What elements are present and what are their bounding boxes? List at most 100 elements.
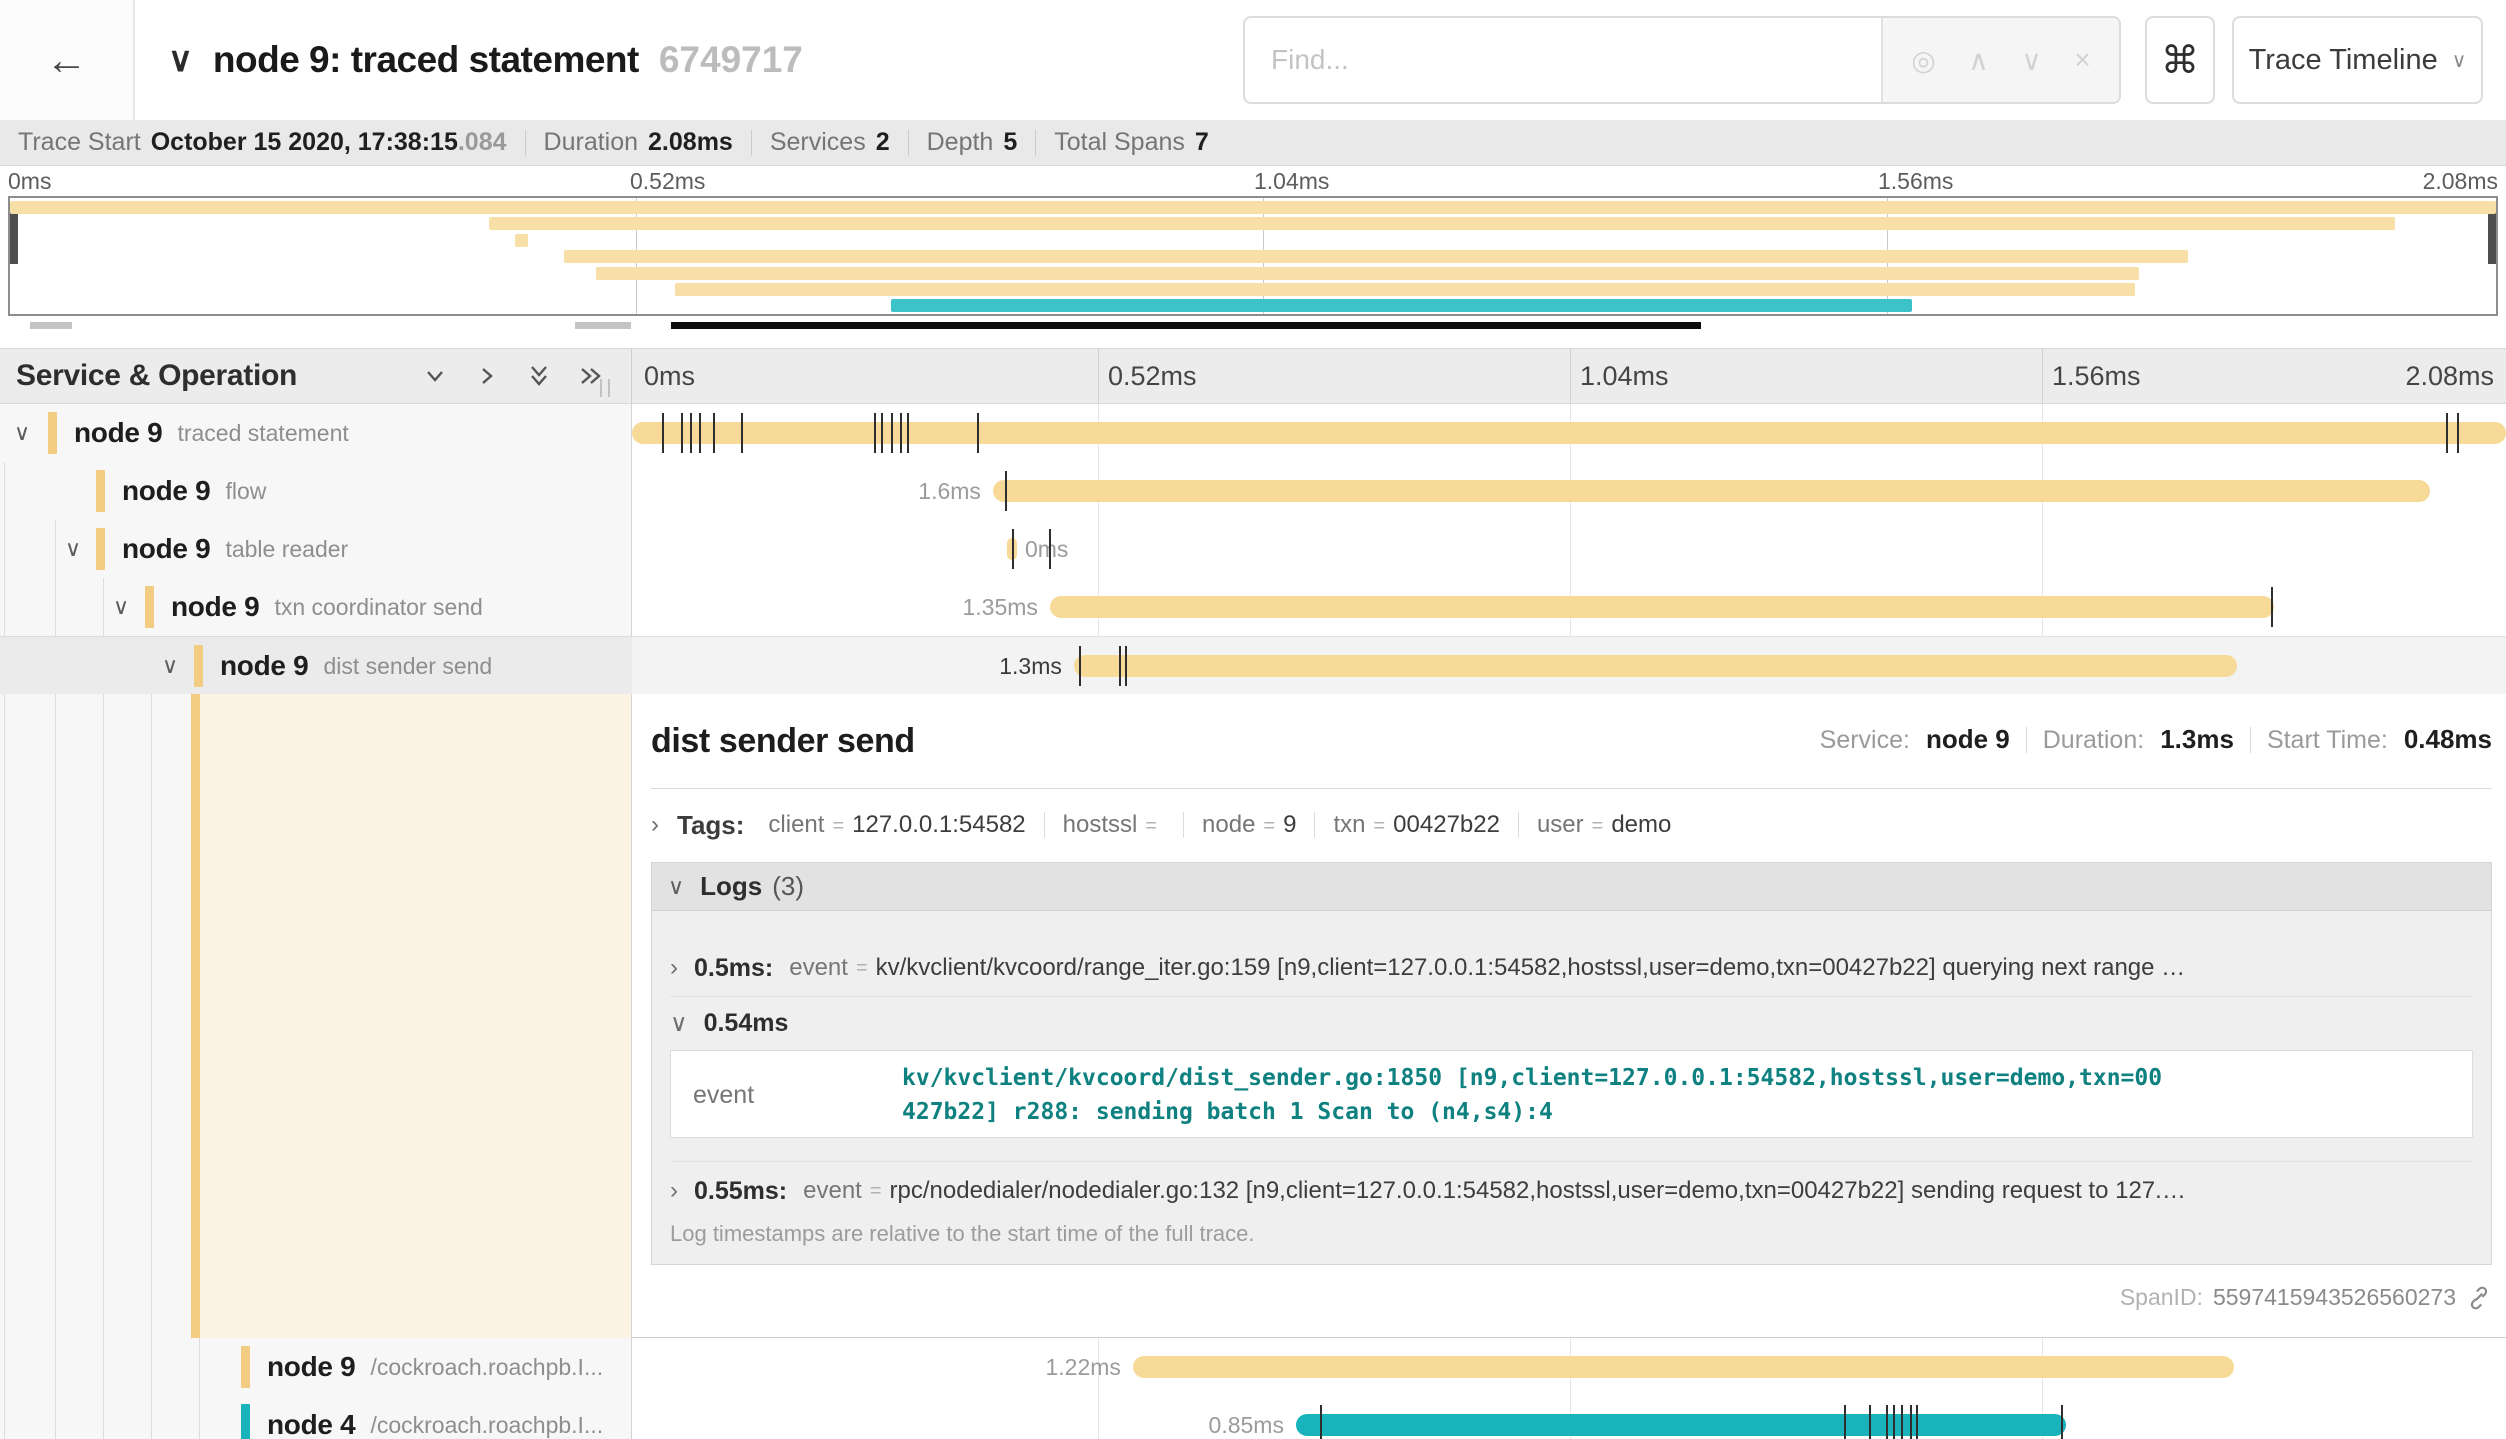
expand-collapse-controls <box>420 349 606 403</box>
span-name-cell[interactable]: ∨ node 9 txn coordinator send <box>0 578 632 636</box>
log-entry-1[interactable]: › 0.5ms: event = kv/kvclient/kvcoord/ran… <box>670 948 2473 988</box>
service-name: node 9 <box>122 533 210 565</box>
span-name-cell[interactable]: ∨ node 9 dist sender send <box>0 636 632 694</box>
column-resize-grip[interactable] <box>600 379 610 397</box>
chevron-down-icon[interactable]: ∨ <box>113 594 129 620</box>
chevron-down-icon[interactable]: ∨ <box>162 653 178 679</box>
log-tick <box>1012 529 1014 569</box>
span-detail-panel: dist sender send Service: node 9 Duratio… <box>632 694 2506 1338</box>
span-row-table-reader[interactable]: ∨ node 9 table reader 0ms <box>0 520 2506 578</box>
page-title: node 9: traced statement <box>213 39 639 81</box>
depth-value: 5 <box>1003 128 1017 157</box>
span-bar[interactable] <box>1074 655 2237 677</box>
back-button[interactable]: ← <box>0 0 135 120</box>
services-label: Services <box>770 128 866 157</box>
minimap-scrollbar-piece[interactable] <box>575 322 631 329</box>
log-timestamp: 0.54ms <box>704 1009 789 1038</box>
span-bar[interactable] <box>1133 1356 2234 1378</box>
service-name: node 9 <box>171 591 259 623</box>
locate-icon[interactable]: ◎ <box>1911 44 1935 77</box>
log-tick <box>2457 413 2459 453</box>
log-tick <box>713 413 715 453</box>
span-timeline-cell[interactable]: 1.22ms <box>632 1338 2506 1396</box>
span-bar[interactable] <box>632 422 2506 444</box>
span-color-strip <box>96 528 105 570</box>
span-name-cell[interactable]: node 9 flow <box>0 462 632 520</box>
logs-count: (3) <box>772 871 804 902</box>
span-duration-label: 1.3ms <box>999 637 1062 695</box>
divider <box>525 130 526 156</box>
header-gridline <box>2042 349 2043 403</box>
timeline-tick: 1.56ms <box>2052 349 2141 403</box>
minimap-span-bar <box>10 201 2496 214</box>
minimap-span-bar <box>489 217 2395 230</box>
log-entry-3[interactable]: › 0.55ms: event = rpc/nodedialer/nodedia… <box>670 1171 2473 1211</box>
span-timeline-cell[interactable]: 0.85ms <box>632 1396 2506 1439</box>
next-match-icon[interactable]: ∨ <box>2021 44 2042 77</box>
log-tick <box>690 413 692 453</box>
find-input[interactable] <box>1245 18 1881 102</box>
log-entry-2-expander[interactable]: ∨ 0.54ms <box>670 1005 2473 1041</box>
span-row-traced-statement[interactable]: ∨ node 9 traced statement <box>0 404 2506 462</box>
collapse-one-icon[interactable] <box>420 361 450 391</box>
trace-start-value: October 15 2020, 17:38:15 <box>151 128 458 157</box>
view-selector-button[interactable]: Trace Timeline ∨ <box>2232 16 2483 104</box>
chevron-down-icon: ∨ <box>670 1009 688 1038</box>
logs-expander[interactable]: ∨ Logs (3) <box>652 863 2491 911</box>
trace-timeline-page: ← ∨ node 9: traced statement 6749717 ◎ ∧… <box>0 0 2506 1439</box>
tag-item: client = 127.0.0.1:54582 <box>768 811 1025 839</box>
collapse-all-icon[interactable] <box>524 361 554 391</box>
span-id-value: 5597415943526560273 <box>2213 1284 2456 1311</box>
span-bar[interactable] <box>1296 1414 2066 1436</box>
span-row-batch-node9[interactable]: node 9 /cockroach.roachpb.I... 1.22ms <box>0 1338 2506 1396</box>
log-event-value: kv/kvclient/kvcoord/dist_sender.go:1850 … <box>902 1061 2452 1129</box>
span-row-txn-coordinator-send[interactable]: ∨ node 9 txn coordinator send 1.35ms <box>0 578 2506 636</box>
span-timeline-cell[interactable]: 1.6ms <box>632 462 2506 520</box>
tags-expander[interactable]: › Tags: client = 127.0.0.1:54582 hostssl… <box>651 802 2492 848</box>
span-bar[interactable] <box>1050 596 2274 618</box>
minimap-tick-labels: 0ms 0.52ms 1.04ms 1.56ms 2.08ms <box>0 166 2506 194</box>
equals-sign: = <box>1145 815 1157 838</box>
chevron-down-icon[interactable]: ∨ <box>65 536 81 562</box>
log-key: event <box>693 1081 754 1110</box>
span-bar[interactable] <box>993 480 2430 502</box>
span-row-dist-sender-send[interactable]: ∨ node 9 dist sender send 1.3ms <box>0 636 2506 694</box>
tag-value: 9 <box>1283 811 1296 839</box>
span-color-strip <box>96 470 105 512</box>
trace-title-group: ∨ node 9: traced statement 6749717 <box>168 0 803 120</box>
minimap-canvas[interactable] <box>8 196 2498 316</box>
trace-start-fraction: .084 <box>458 128 507 157</box>
equals-sign: = <box>1592 815 1604 838</box>
span-name-cell[interactable]: node 9 /cockroach.roachpb.I... <box>0 1338 632 1396</box>
equals-sign: = <box>1263 815 1275 838</box>
expand-one-icon[interactable] <box>472 361 502 391</box>
log-tick <box>907 413 909 453</box>
clear-search-icon[interactable]: × <box>2074 44 2090 76</box>
start-time-value: 0.48ms <box>2404 724 2492 755</box>
span-timeline-cell[interactable]: 1.3ms <box>632 636 2506 694</box>
link-icon[interactable] <box>2466 1285 2492 1311</box>
log-tick <box>1119 646 1121 686</box>
header-gridline <box>1098 349 1099 403</box>
span-row-flow[interactable]: node 9 flow 1.6ms <box>0 462 2506 520</box>
span-timeline-cell[interactable] <box>632 404 2506 462</box>
tag-key: node <box>1202 811 1255 839</box>
chevron-down-icon[interactable]: ∨ <box>14 420 30 446</box>
span-name-cell[interactable]: ∨ node 9 table reader <box>0 520 632 578</box>
span-name-cell[interactable]: ∨ node 9 traced statement <box>0 404 632 462</box>
span-timeline-cell[interactable]: 0ms <box>632 520 2506 578</box>
log-event-card: event kv/kvclient/kvcoord/dist_sender.go… <box>670 1050 2473 1138</box>
span-name-cell[interactable]: node 4 /cockroach.roachpb.I... <box>0 1396 632 1439</box>
service-name: node 9 <box>74 417 162 449</box>
tag-value: 00427b22 <box>1393 811 1500 839</box>
collapse-trace-icon[interactable]: ∨ <box>168 40 193 80</box>
span-timeline-cell[interactable]: 1.35ms <box>632 578 2506 636</box>
back-arrow-icon: ← <box>46 36 88 84</box>
span-row-batch-node4[interactable]: node 4 /cockroach.roachpb.I... 0.85ms <box>0 1396 2506 1439</box>
column-divider <box>631 349 632 403</box>
minimap-scrollbar-thumb[interactable] <box>671 322 1701 329</box>
minimap-scrollbar-piece[interactable] <box>30 322 72 329</box>
divider <box>751 130 752 156</box>
prev-match-icon[interactable]: ∧ <box>1968 44 1989 77</box>
keyboard-shortcuts-button[interactable]: ⌘ <box>2145 16 2215 104</box>
